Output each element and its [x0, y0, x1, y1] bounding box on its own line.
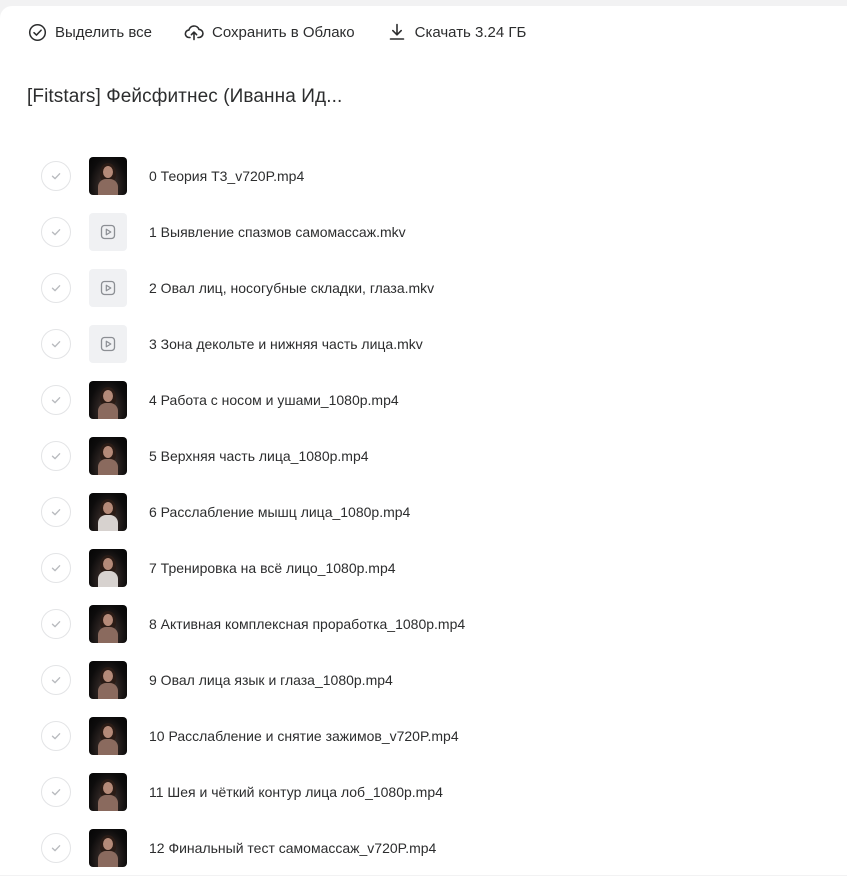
check-icon: [51, 509, 61, 516]
select-checkbox[interactable]: [41, 329, 71, 359]
file-name: 4 Работа с носом и ушами_1080p.mp4: [149, 392, 399, 408]
file-row[interactable]: 5 Верхняя часть лица_1080p.mp4: [40, 428, 820, 484]
file-row[interactable]: 7 Тренировка на всё лицо_1080p.mp4: [40, 540, 820, 596]
file-row[interactable]: 9 Овал лица язык и глаза_1080p.mp4: [40, 652, 820, 708]
select-checkbox[interactable]: [41, 217, 71, 247]
video-file-icon: [89, 213, 127, 251]
video-thumbnail: [89, 493, 127, 531]
select-checkbox[interactable]: [41, 553, 71, 583]
save-to-cloud-label: Сохранить в Облако: [212, 23, 355, 41]
file-list: 0 Теория Т3_v720P.mp4 1 Выявление спазмов…: [40, 148, 820, 876]
select-checkbox[interactable]: [41, 161, 71, 191]
download-button[interactable]: Скачать 3.24 ГБ: [387, 22, 527, 42]
select-checkbox[interactable]: [41, 385, 71, 415]
file-row[interactable]: 3 Зона декольте и нижняя часть лица.mkv: [40, 316, 820, 372]
check-icon: [51, 733, 61, 740]
file-row[interactable]: 11 Шея и чёткий контур лица лоб_1080p.mp…: [40, 764, 820, 820]
select-checkbox[interactable]: [41, 441, 71, 471]
check-icon: [51, 677, 61, 684]
check-icon: [51, 341, 61, 348]
video-thumbnail: [89, 437, 127, 475]
video-file-icon: [89, 269, 127, 307]
select-checkbox[interactable]: [41, 273, 71, 303]
file-name: 6 Расслабление мышц лица_1080p.mp4: [149, 504, 411, 520]
file-name: 3 Зона декольте и нижняя часть лица.mkv: [149, 336, 423, 352]
file-row[interactable]: 1 Выявление спазмов самомассаж.mkv: [40, 204, 820, 260]
video-thumbnail: [89, 549, 127, 587]
file-name: 11 Шея и чёткий контур лица лоб_1080p.mp…: [149, 784, 443, 800]
toolbar: Выделить все Сохранить в Облако Скачать …: [27, 20, 558, 44]
video-thumbnail: [89, 773, 127, 811]
file-name: 8 Активная комплексная проработка_1080p.…: [149, 616, 466, 632]
select-checkbox[interactable]: [41, 721, 71, 751]
download-label: Скачать 3.24 ГБ: [414, 23, 527, 41]
file-name: 1 Выявление спазмов самомассаж.mkv: [149, 224, 406, 240]
file-panel: Выделить все Сохранить в Облако Скачать …: [0, 6, 847, 875]
check-icon: [51, 453, 61, 460]
select-all-button[interactable]: Выделить все: [27, 22, 152, 42]
file-name: 0 Теория Т3_v720P.mp4: [149, 168, 305, 184]
check-icon: [51, 229, 61, 236]
video-thumbnail: [89, 829, 127, 867]
select-checkbox[interactable]: [41, 777, 71, 807]
video-thumbnail: [89, 157, 127, 195]
check-icon: [51, 397, 61, 404]
save-to-cloud-button[interactable]: Сохранить в Облако: [184, 22, 355, 42]
file-name: 10 Расслабление и снятие зажимов_v720P.m…: [149, 728, 459, 744]
video-file-icon: [89, 325, 127, 363]
check-icon: [51, 621, 61, 628]
video-thumbnail: [89, 661, 127, 699]
file-row[interactable]: 10 Расслабление и снятие зажимов_v720P.m…: [40, 708, 820, 764]
check-icon: [51, 285, 61, 292]
download-icon: [387, 22, 407, 42]
file-name: 5 Верхняя часть лица_1080p.mp4: [149, 448, 369, 464]
video-thumbnail: [89, 717, 127, 755]
cloud-upload-icon: [184, 22, 204, 42]
select-checkbox[interactable]: [41, 497, 71, 527]
video-thumbnail: [89, 605, 127, 643]
select-checkbox[interactable]: [41, 833, 71, 863]
select-checkbox[interactable]: [41, 665, 71, 695]
file-row[interactable]: 8 Активная комплексная проработка_1080p.…: [40, 596, 820, 652]
check-icon: [51, 789, 61, 796]
file-row[interactable]: 4 Работа с носом и ушами_1080p.mp4: [40, 372, 820, 428]
select-checkbox[interactable]: [41, 609, 71, 639]
folder-title: [Fitstars] Фейсфитнес (Иванна Ид...: [27, 86, 343, 107]
file-row[interactable]: 6 Расслабление мышц лица_1080p.mp4: [40, 484, 820, 540]
check-icon: [51, 173, 61, 180]
check-icon: [51, 845, 61, 852]
file-name: 2 Овал лиц, носогубные складки, глаза.mk…: [149, 280, 435, 296]
file-name: 12 Финальный тест самомассаж_v720P.mp4: [149, 840, 437, 856]
video-thumbnail: [89, 381, 127, 419]
file-row[interactable]: 0 Теория Т3_v720P.mp4: [40, 148, 820, 204]
select-all-label: Выделить все: [55, 23, 153, 41]
file-row[interactable]: 12 Финальный тест самомассаж_v720P.mp4: [40, 820, 820, 876]
check-icon: [51, 565, 61, 572]
file-name: 9 Овал лица язык и глаза_1080p.mp4: [149, 672, 393, 688]
file-name: 7 Тренировка на всё лицо_1080p.mp4: [149, 560, 396, 576]
check-circle-icon: [27, 22, 47, 42]
file-row[interactable]: 2 Овал лиц, носогубные складки, глаза.mk…: [40, 260, 820, 316]
